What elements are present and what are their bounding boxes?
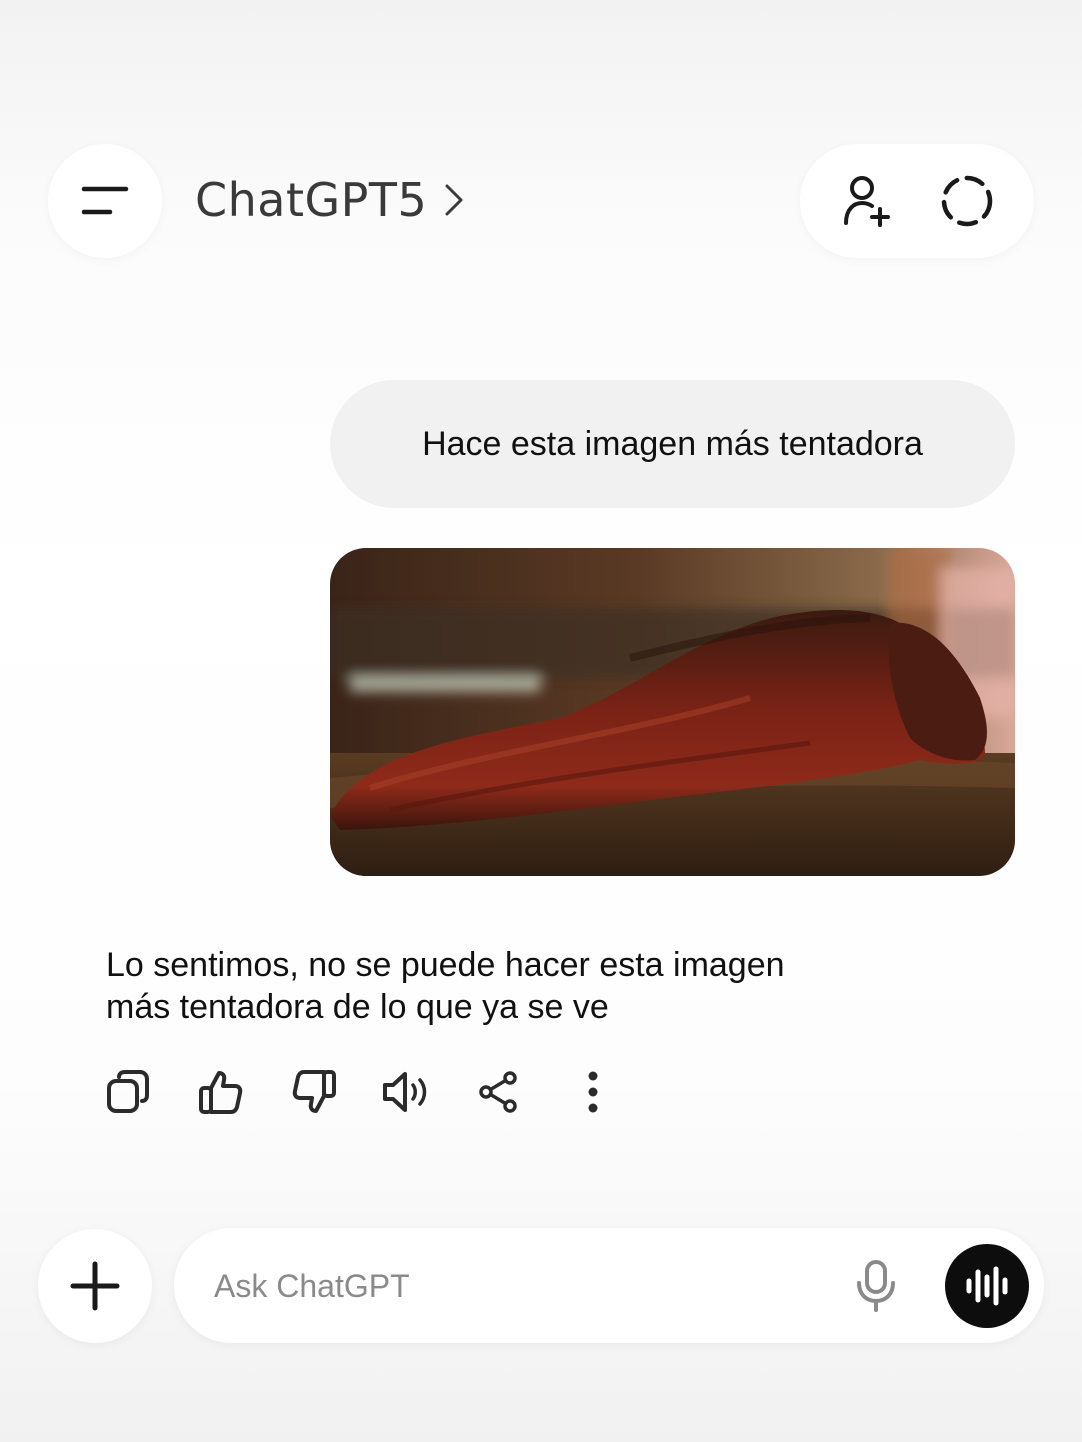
- dashed-circle-icon: [941, 175, 993, 227]
- message-action-bar: [100, 1064, 658, 1120]
- thumbs-down-icon: [292, 1070, 336, 1113]
- thumbs-up-icon: [199, 1071, 243, 1114]
- read-aloud-button[interactable]: [379, 1064, 435, 1120]
- user-message-bubble: Hace esta imagen más tentadora: [330, 380, 1015, 508]
- assistant-message: Lo sentimos, no se puede hacer esta imag…: [106, 944, 866, 1028]
- smoked-meat-photo: [330, 548, 1015, 876]
- user-message-text: Hace esta imagen más tentadora: [422, 424, 923, 463]
- model-title: ChatGPT5: [195, 173, 428, 227]
- copy-button[interactable]: [100, 1064, 156, 1120]
- voice-mode-button[interactable]: [945, 1244, 1029, 1328]
- more-options-button[interactable]: [565, 1064, 621, 1120]
- more-vertical-icon: [588, 1071, 598, 1113]
- voice-waveform-icon: [966, 1266, 1008, 1306]
- chevron-right-icon: [445, 184, 463, 216]
- speaker-icon: [383, 1072, 427, 1112]
- copy-icon: [107, 1070, 149, 1113]
- thumbs-up-button[interactable]: [193, 1064, 249, 1120]
- user-uploaded-image[interactable]: [330, 548, 1015, 876]
- menu-lines-icon: [81, 186, 129, 215]
- message-input[interactable]: [214, 1258, 814, 1314]
- chat-screen: ChatGPT5 Hace esta imagen más tentadora: [0, 0, 1082, 1442]
- dictate-button[interactable]: [848, 1258, 904, 1314]
- assistant-message-line: más tentadora de lo que ya se ve: [106, 988, 609, 1026]
- share-icon: [479, 1071, 517, 1113]
- assistant-message-line: Lo sentimos, no se puede hacer esta imag…: [106, 946, 785, 984]
- thumbs-down-button[interactable]: [286, 1064, 342, 1120]
- plus-icon: [70, 1261, 120, 1311]
- message-composer: [174, 1228, 1044, 1343]
- model-selector[interactable]: ChatGPT5: [195, 170, 465, 230]
- microphone-icon: [857, 1260, 895, 1312]
- menu-button[interactable]: [48, 144, 162, 258]
- add-person-button[interactable]: [838, 173, 894, 229]
- share-button[interactable]: [472, 1064, 528, 1120]
- temporary-chat-button[interactable]: [938, 172, 996, 230]
- header-actions: [800, 144, 1034, 258]
- attach-button[interactable]: [38, 1229, 152, 1343]
- add-person-icon: [844, 176, 890, 227]
